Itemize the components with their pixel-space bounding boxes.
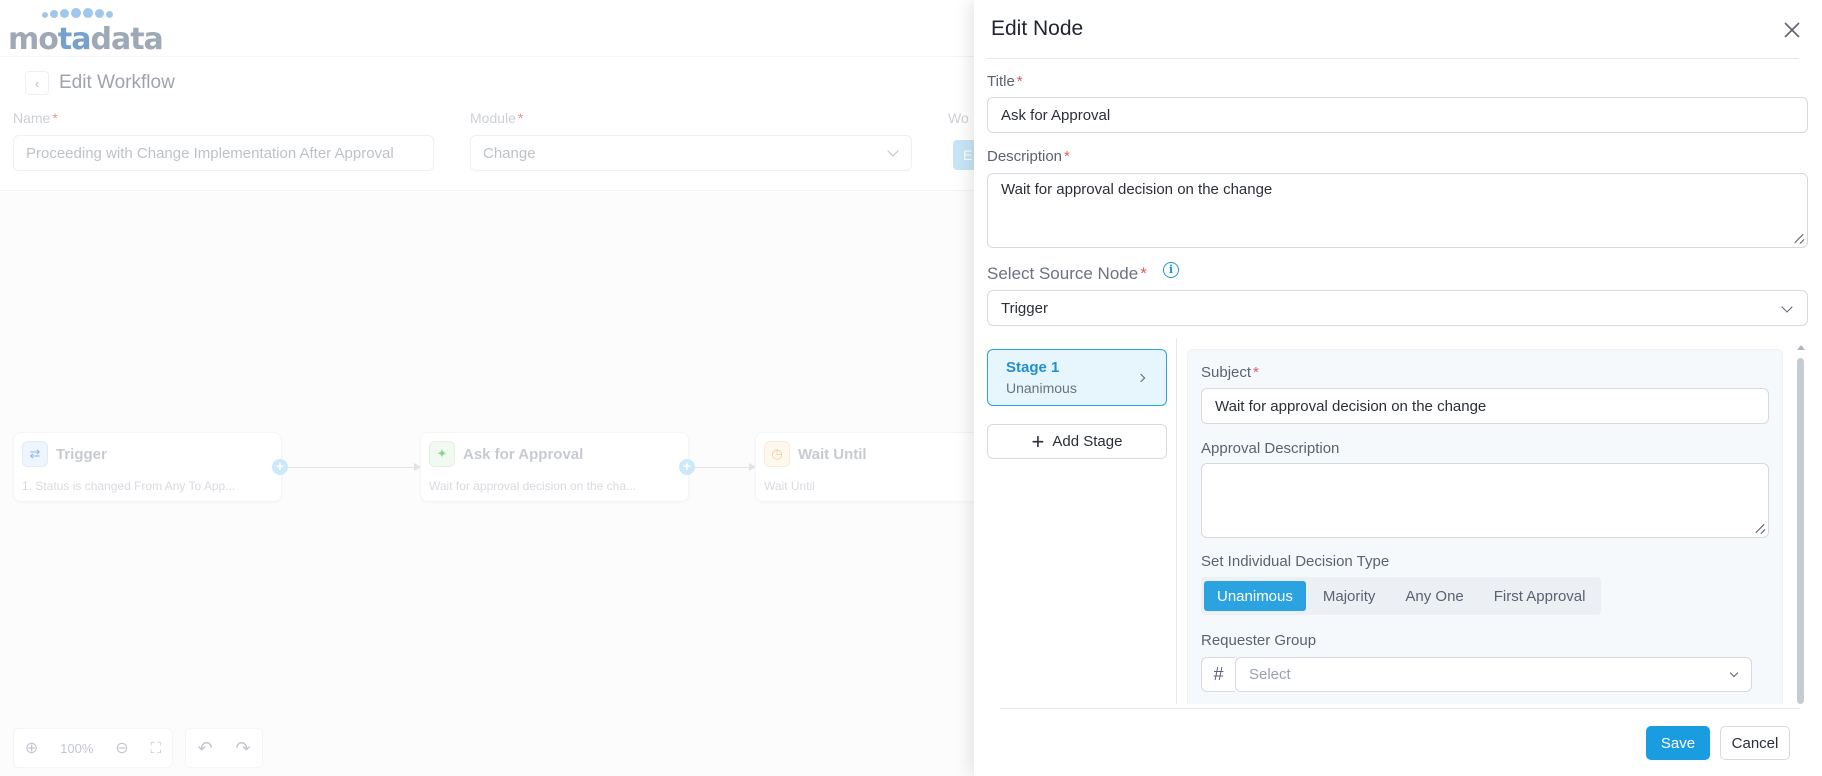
- chevron-right-icon: [1136, 373, 1146, 383]
- decision-type-label: Set Individual Decision Type: [1201, 553, 1390, 570]
- chevron-down-icon: [1781, 301, 1793, 313]
- drawer-header: Edit Node: [974, 0, 1822, 58]
- title-input[interactable]: Ask for Approval: [987, 97, 1808, 133]
- stage-type: Unanimous: [1006, 380, 1077, 396]
- subject-input[interactable]: Wait for approval decision on the change: [1201, 388, 1769, 424]
- source-node-value: Trigger: [1001, 299, 1048, 317]
- description-value: Wait for approval decision on the change: [1001, 181, 1273, 198]
- decision-type-unanimous[interactable]: Unanimous: [1204, 581, 1306, 611]
- subject-label: Subject *: [1201, 364, 1259, 381]
- decision-type-any-one[interactable]: Any One: [1392, 581, 1476, 611]
- title-label: Title *: [987, 73, 1023, 90]
- save-button[interactable]: Save: [1646, 726, 1710, 760]
- scroll-up-arrow-icon[interactable]: [1797, 345, 1805, 350]
- source-node-label: Select Source Node *: [987, 264, 1147, 283]
- scrollbar-thumb[interactable]: [1797, 358, 1804, 704]
- hash-icon: #: [1201, 657, 1235, 692]
- description-textarea[interactable]: Wait for approval decision on the change: [987, 173, 1808, 248]
- footer-divider: [1000, 708, 1800, 709]
- requester-group-select[interactable]: Select: [1235, 657, 1752, 692]
- chevron-down-icon: [1729, 668, 1739, 678]
- resize-handle-icon[interactable]: [1794, 234, 1804, 244]
- description-label: Description *: [987, 148, 1070, 165]
- decision-type-segmented-control: Unanimous Majority Any One First Approva…: [1201, 577, 1602, 615]
- plus-icon: +: [1031, 428, 1045, 454]
- add-stage-button[interactable]: + Add Stage: [987, 424, 1167, 459]
- approval-description-label: Approval Description: [1201, 440, 1340, 457]
- source-node-select[interactable]: Trigger: [987, 290, 1808, 326]
- resize-handle-icon[interactable]: [1755, 524, 1765, 534]
- cancel-button[interactable]: Cancel: [1720, 726, 1790, 760]
- drawer-title: Edit Node: [991, 17, 1084, 40]
- header-divider: [987, 58, 1799, 59]
- info-icon[interactable]: i: [1163, 262, 1179, 278]
- decision-type-first-approval[interactable]: First Approval: [1481, 581, 1599, 611]
- approval-description-textarea[interactable]: [1201, 463, 1769, 538]
- close-icon[interactable]: [1782, 20, 1802, 40]
- stage-name: Stage 1: [1006, 359, 1060, 376]
- requester-group-placeholder: Select: [1249, 666, 1291, 683]
- decision-type-majority[interactable]: Majority: [1310, 581, 1389, 611]
- requester-group-label: Requester Group: [1201, 632, 1317, 649]
- stage-item-1[interactable]: Stage 1 Unanimous: [987, 349, 1167, 406]
- stage-divider: [1176, 338, 1177, 704]
- add-stage-label: Add Stage: [1052, 433, 1123, 450]
